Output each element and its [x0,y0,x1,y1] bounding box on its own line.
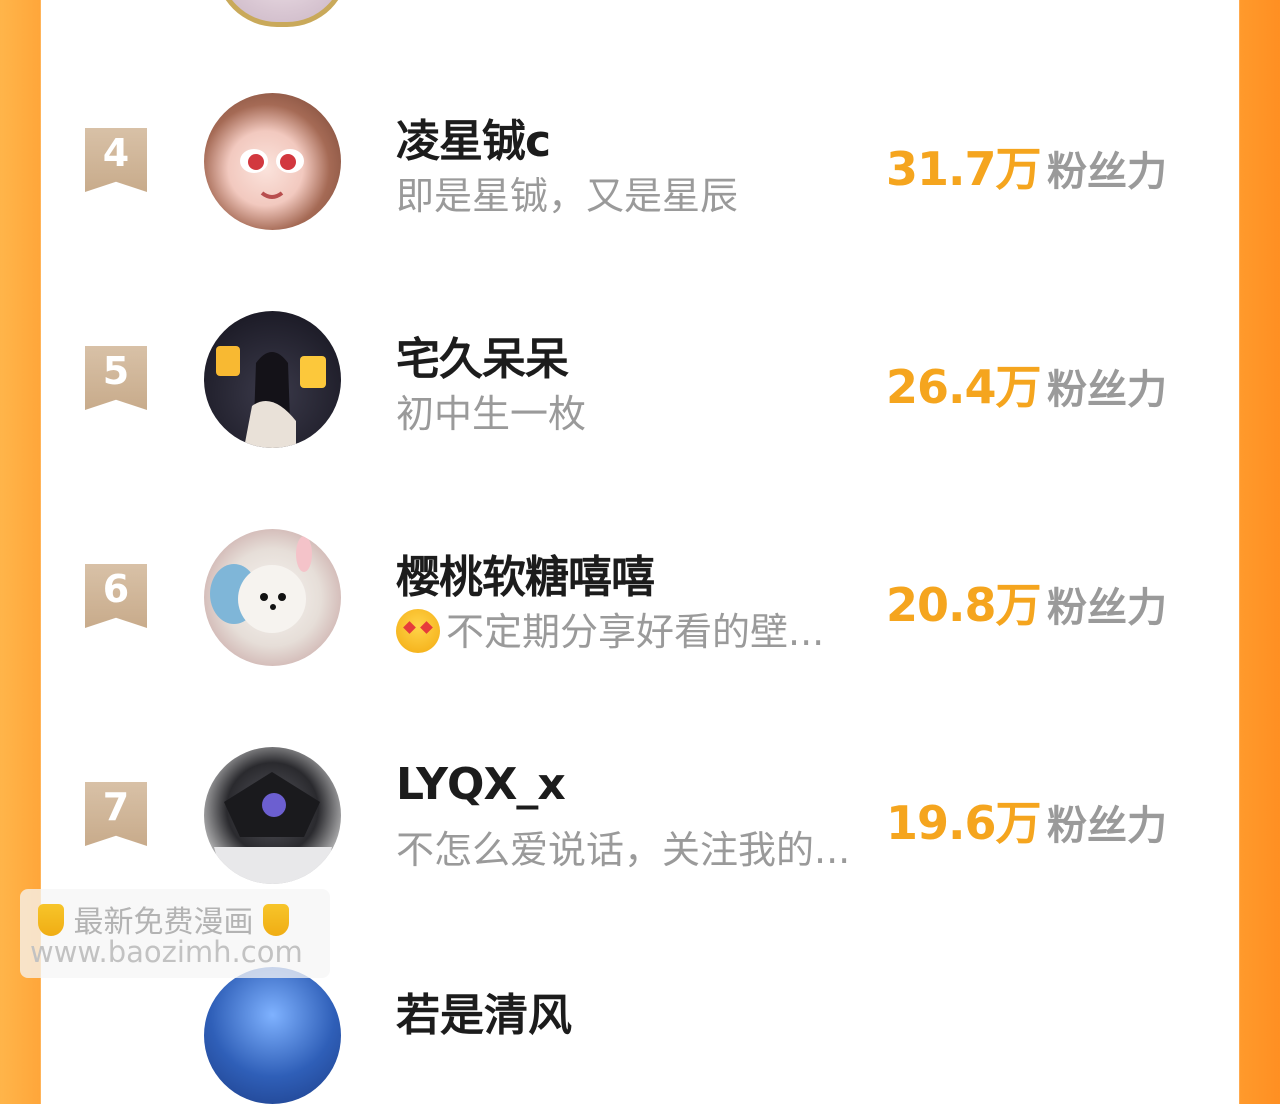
user-name-partial[interactable]: 若是清风 [396,979,572,1043]
fans-unit-label: 粉丝力 [1047,803,1167,849]
user-bio: 即是星铖，又是星辰 [396,174,739,218]
rank-badge: 7 [85,782,147,846]
avatar-rank-8-partial[interactable] [204,967,341,1104]
user-name[interactable]: 樱桃软糖嘻嘻 [396,541,655,605]
rank-badge: 4 [85,128,147,192]
avatar-illustration [214,772,332,884]
user-bio: 不定期分享好看的壁... [396,601,824,656]
avatar[interactable] [204,93,341,230]
backhand-index-pointing-down-icon [38,904,64,936]
fans-count: 26.4万 [886,360,1041,414]
user-name[interactable]: 凌星铖c [396,105,551,169]
fans-unit-label: 粉丝力 [1047,149,1167,195]
avatar[interactable] [204,747,341,884]
avatar-illustration [240,149,304,199]
watermark-url: www.baozimh.com [30,935,303,969]
user-bio-text: 不定期分享好看的壁... [446,610,825,654]
rank-badge: 6 [85,564,147,628]
smiling-face-with-hearts-icon [396,609,440,653]
avatar[interactable] [204,311,341,448]
avatar-illustration [210,536,312,633]
leaderboard-row[interactable]: 5 宅久呆呆 初中生一枚 26.4万 粉丝力 [0,311,1280,461]
fans-count: 19.6万 [886,796,1041,850]
watermark: 最新免费漫画 www.baozimh.com [20,889,330,978]
rank-badge: 5 [85,346,147,410]
fans-count: 31.7万 [886,142,1041,196]
leaderboard-row[interactable]: 4 凌星铖c 即是星铖，又是星辰 31.7万 粉丝力 [0,93,1280,243]
backhand-index-pointing-down-icon [263,904,290,936]
leaderboard-row[interactable]: 7 LYQX_x 不怎么爱说话，关注我的... 19.6万 粉丝力 [0,747,1280,897]
fans-count: 20.8万 [886,578,1041,632]
user-bio: 初中生一枚 [396,392,587,436]
avatar-illustration [216,346,326,448]
avatar[interactable] [204,529,341,666]
fans-unit-label: 粉丝力 [1047,367,1167,413]
leaderboard-row[interactable]: 6 樱桃软糖嘻嘻 不定期分享好看的壁... 20.8万 粉丝力 [0,529,1280,679]
user-bio: 不怎么爱说话，关注我的... [396,828,851,872]
user-name[interactable]: LYQX_x [396,759,566,810]
fans-unit-label: 粉丝力 [1047,585,1167,631]
user-name[interactable]: 宅久呆呆 [396,323,569,387]
